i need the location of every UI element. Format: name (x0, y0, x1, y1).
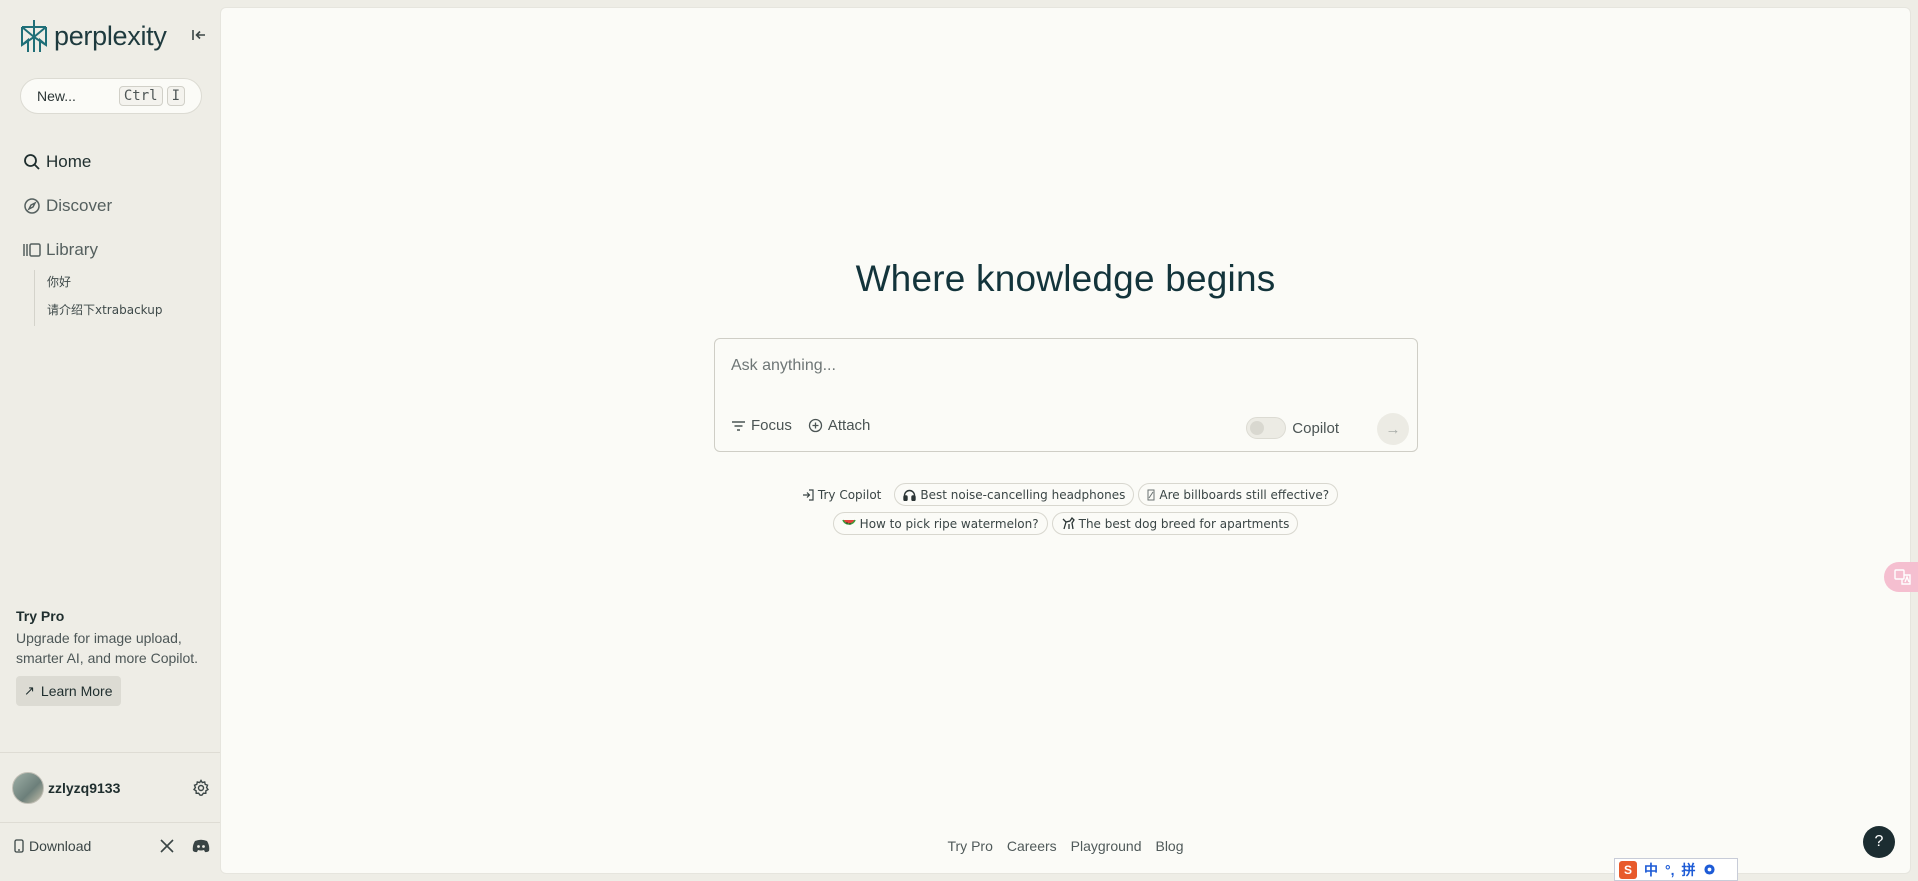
sidebar-item-label: Library (46, 240, 98, 259)
shortcut-key-i: I (166, 86, 185, 106)
suggestion-label: Try Copilot (817, 487, 882, 502)
copilot-toggle[interactable] (1246, 417, 1287, 439)
arrow-in-icon (802, 488, 814, 501)
focus-button[interactable]: Focus (731, 417, 792, 434)
suggestion-label: How to pick ripe watermelon? (859, 516, 1039, 531)
translate-icon (1894, 569, 1911, 585)
collapse-sidebar-icon[interactable] (190, 26, 208, 44)
library-thread-item[interactable]: 你好 (47, 270, 162, 298)
username: zzlyzq9133 (48, 780, 121, 796)
help-button[interactable]: ? (1863, 826, 1895, 858)
divider (0, 752, 220, 753)
focus-label: Focus (751, 417, 792, 434)
suggestion-label: Are billboards still effective? (1159, 487, 1330, 502)
copilot-toggle-group: Copilot (1246, 417, 1339, 439)
gear-icon[interactable] (192, 779, 210, 797)
library-thread-item[interactable]: 请介绍下xtrabackup (47, 298, 162, 326)
try-pro-title: Try Pro (16, 608, 65, 624)
footer-links: Try Pro Careers Playground Blog (221, 838, 1910, 854)
discord-icon[interactable] (192, 839, 210, 853)
main-panel: Where knowledge begins Focus Attach Copi… (220, 7, 1911, 874)
dog-icon (1061, 517, 1075, 530)
search-input[interactable] (731, 351, 1391, 381)
ime-pinyin[interactable]: 拼 (1682, 860, 1696, 880)
shortcut-hint: Ctrl I (118, 86, 185, 106)
sidebar-footer: Download (14, 838, 210, 854)
new-thread-button[interactable]: New... Ctrl I (20, 78, 202, 114)
help-icon: ? (1874, 833, 1884, 850)
filter-icon (731, 420, 746, 432)
suggestion-chip[interactable]: Are billboards still effective? (1138, 483, 1339, 506)
submit-button[interactable]: → (1377, 413, 1409, 445)
plus-circle-icon (808, 418, 823, 433)
avatar[interactable] (12, 772, 44, 804)
footer-link-blog[interactable]: Blog (1155, 838, 1183, 854)
page-title: Where knowledge begins (855, 258, 1276, 299)
attach-button[interactable]: Attach (808, 417, 871, 434)
suggestion-row: Try Copilot Best noise-cancelling headph… (792, 483, 1339, 506)
sogou-logo-icon[interactable]: S (1619, 860, 1637, 879)
sidebar-item-label: Discover (46, 196, 113, 215)
sidebar-item-library[interactable]: Library (22, 228, 112, 272)
try-pro-card: Try Pro Upgrade for image upload, smarte… (16, 608, 206, 706)
translate-extension-tab[interactable] (1884, 562, 1918, 592)
learn-more-button[interactable]: ↗ Learn More (16, 676, 121, 706)
new-thread-label: New... (37, 88, 76, 104)
suggestion-chip[interactable]: The best dog breed for apartments (1051, 512, 1299, 535)
suggestion-chip[interactable]: How to pick ripe watermelon? (832, 512, 1048, 535)
search-icon (22, 152, 42, 172)
suggestion-label: Best noise-cancelling headphones (920, 487, 1126, 502)
x-twitter-icon[interactable] (160, 839, 174, 853)
download-link[interactable]: Download (14, 838, 91, 854)
sidebar: perplexity New... Ctrl I Home Discover L… (0, 0, 220, 881)
copilot-label: Copilot (1292, 419, 1339, 437)
suggestions: Try Copilot Best noise-cancelling headph… (221, 483, 1910, 535)
ime-punctuation[interactable]: °, (1665, 862, 1675, 878)
headphones-icon (903, 489, 917, 501)
perplexity-logo-icon (21, 20, 47, 52)
phone-icon (14, 839, 24, 853)
social-links (160, 839, 210, 853)
attach-label: Attach (827, 417, 871, 434)
suggestion-chip-try-copilot[interactable]: Try Copilot (792, 483, 891, 506)
search-tools: Focus Attach (731, 417, 870, 434)
sidebar-item-discover[interactable]: Discover (22, 184, 112, 228)
brand-name: perplexity (54, 20, 167, 51)
suggestion-label: The best dog breed for apartments (1078, 516, 1290, 531)
library-threads: 你好 请介绍下xtrabackup (34, 270, 162, 326)
footer-link-playground[interactable]: Playground (1071, 838, 1142, 854)
try-pro-description: Upgrade for image upload, smarter AI, an… (16, 630, 199, 666)
arrow-up-right-icon: ↗ (24, 683, 35, 698)
shortcut-key-ctrl: Ctrl (118, 86, 163, 106)
suggestion-chip[interactable]: Best noise-cancelling headphones (894, 483, 1135, 506)
library-icon (22, 240, 42, 260)
ime-toolbar: S 中 °, 拼 (1614, 858, 1738, 881)
watermelon-icon (841, 518, 856, 530)
user-profile[interactable]: zzlyzq9133 (12, 772, 210, 804)
gear-icon[interactable] (1703, 863, 1716, 876)
logo[interactable]: perplexity (18, 18, 167, 54)
compass-icon (22, 196, 42, 216)
ime-mode-chinese[interactable]: 中 (1644, 860, 1658, 880)
arrow-right-icon: → (1385, 420, 1401, 438)
divider (0, 822, 220, 823)
footer-link-careers[interactable]: Careers (1007, 838, 1057, 854)
suggestion-row: How to pick ripe watermelon? The best do… (832, 512, 1299, 535)
download-label: Download (29, 838, 92, 854)
learn-more-label: Learn More (40, 683, 113, 699)
search-box: Focus Attach Copilot → (714, 338, 1418, 452)
sidebar-item-home[interactable]: Home (22, 140, 112, 184)
footer-link-try-pro[interactable]: Try Pro (947, 838, 992, 854)
sidebar-item-label: Home (46, 152, 92, 171)
sidebar-nav: Home Discover Library (22, 140, 112, 272)
billboard-icon (1147, 489, 1155, 501)
